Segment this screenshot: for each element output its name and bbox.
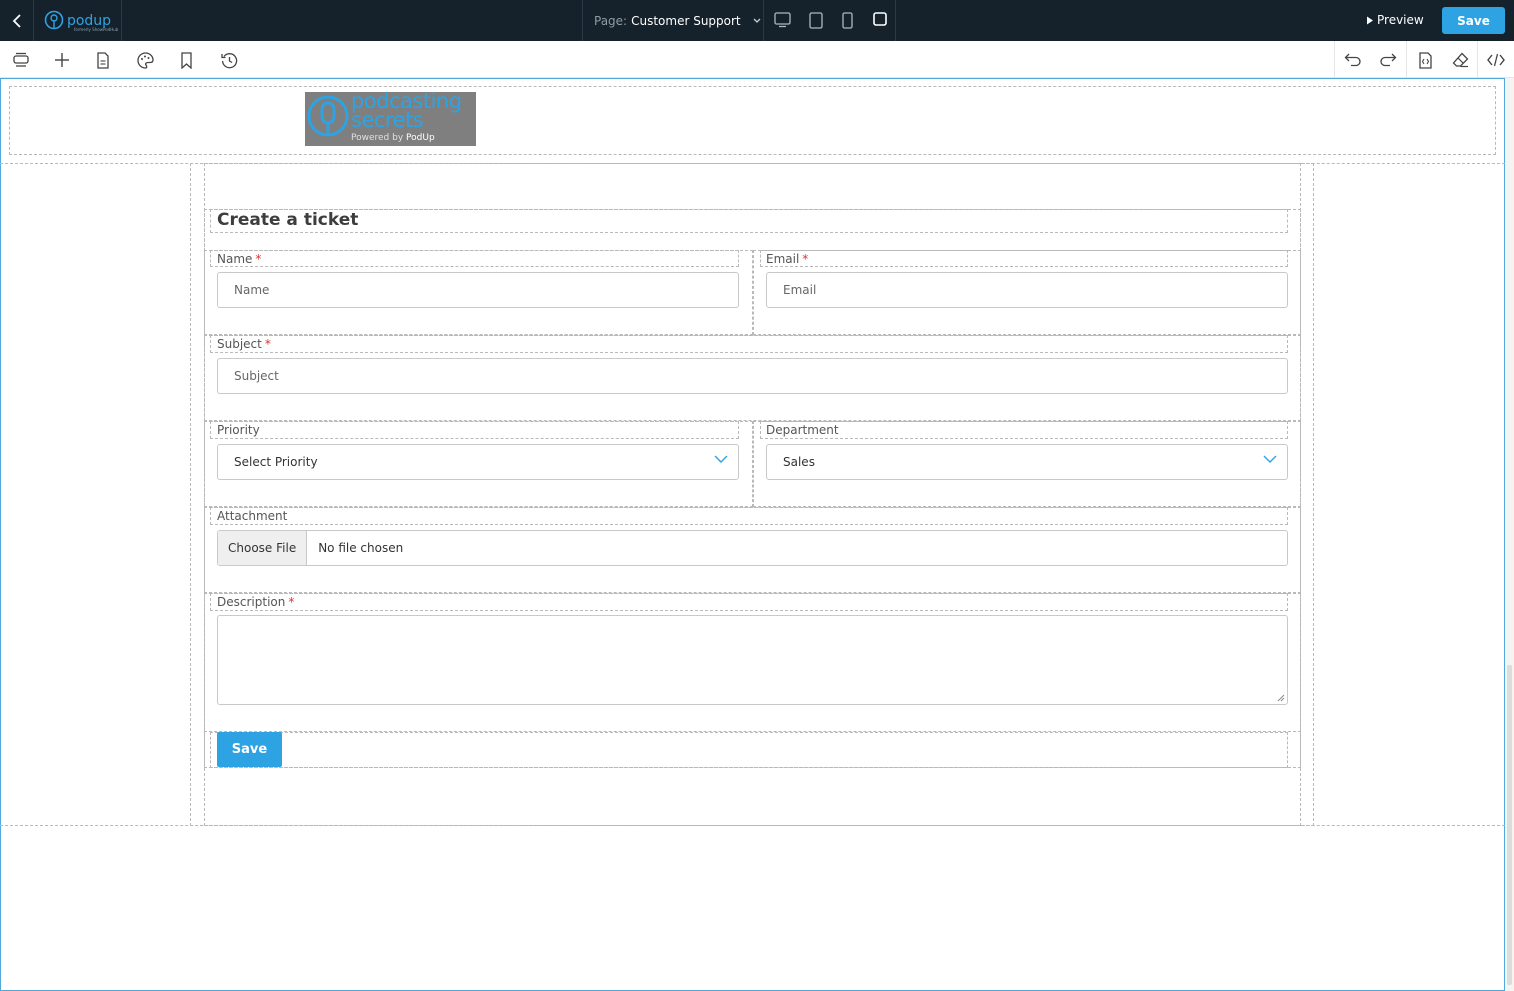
priority-select[interactable]: Select Priority [217, 444, 739, 480]
page-value: Customer Support [631, 13, 741, 28]
chevron-left-icon [12, 13, 21, 28]
department-value: Sales [783, 455, 815, 469]
logo-line2: secrets [351, 108, 424, 132]
editor-toolbar [0, 41, 1514, 78]
brand-logo-image[interactable]: podcasting secrets Powered by PodUp [305, 92, 476, 146]
priority-label: Priority [217, 423, 260, 437]
page-label: Page: [594, 13, 628, 28]
header-section[interactable] [9, 86, 1496, 155]
add-icon[interactable] [52, 50, 72, 70]
toolbar-divider [1406, 41, 1407, 78]
submit-ticket-button[interactable]: Save [217, 732, 282, 767]
chevron-down-icon [753, 18, 761, 23]
toolbar-divider [1334, 41, 1335, 78]
top-bar: podup formerly ShowPodHub Page: Customer… [0, 0, 1514, 41]
subject-label-box [210, 335, 1288, 353]
preview-label: Preview [1377, 13, 1424, 27]
department-label: Department [766, 423, 839, 437]
device-switcher [764, 0, 896, 41]
desktop-icon[interactable] [774, 12, 791, 28]
file-status: No file chosen [318, 541, 404, 555]
logo-powered-by: Powered by PodUp [351, 133, 435, 143]
subject-label: Subject * [217, 337, 271, 351]
subject-input[interactable]: Subject [217, 358, 1288, 394]
preview-button[interactable]: Preview [1366, 13, 1424, 27]
eraser-icon[interactable] [1450, 50, 1470, 70]
department-select[interactable]: Sales [766, 444, 1288, 480]
section-divider [0, 825, 1505, 826]
podup-logo-icon [44, 10, 64, 29]
code-icon[interactable] [1486, 50, 1506, 70]
name-label-box [210, 250, 739, 267]
microphone-logo-icon [307, 95, 349, 137]
export-code-icon[interactable] [1415, 50, 1435, 70]
page-icon[interactable] [93, 50, 113, 70]
play-icon [1367, 16, 1373, 24]
email-label: Email * [766, 252, 809, 266]
app-logo[interactable]: podup formerly ShowPodHub [34, 0, 122, 41]
history-icon[interactable] [219, 50, 239, 70]
scrollbar-thumb[interactable] [1507, 665, 1512, 985]
department-label-box [760, 421, 1288, 439]
attachment-file-input[interactable]: Choose File No file chosen [217, 530, 1288, 566]
page-selector[interactable]: Page: Customer Support [582, 0, 764, 41]
fullscreen-icon[interactable] [873, 12, 887, 26]
redo-icon[interactable] [1378, 50, 1398, 70]
attachment-label-box [210, 507, 1288, 525]
name-input[interactable]: Name [217, 272, 739, 308]
attachment-label: Attachment [217, 509, 288, 523]
priority-label-box [210, 421, 739, 439]
bookmark-icon[interactable] [176, 50, 196, 70]
chevron-down-icon [714, 455, 728, 463]
email-input[interactable]: Email [766, 272, 1288, 308]
save-page-button[interactable]: Save [1442, 7, 1505, 34]
resize-grip-icon[interactable] [1277, 694, 1285, 702]
mobile-icon[interactable] [842, 12, 853, 29]
palette-icon[interactable] [135, 50, 155, 70]
back-button[interactable] [0, 0, 34, 41]
tablet-icon[interactable] [809, 12, 823, 29]
toolbar-divider [1477, 41, 1478, 78]
description-textarea[interactable] [217, 615, 1288, 705]
title-block [210, 209, 1288, 233]
logo-subtext: formerly ShowPodHub [74, 27, 119, 32]
layers-icon[interactable] [11, 50, 31, 70]
name-label: Name * [217, 252, 262, 266]
undo-icon[interactable] [1343, 50, 1363, 70]
email-label-box [760, 250, 1288, 267]
chevron-down-icon [1263, 455, 1277, 463]
submit-row [210, 732, 1288, 768]
description-label-box [210, 593, 1288, 611]
priority-value: Select Priority [234, 455, 318, 469]
description-label: Description * [217, 595, 295, 609]
form-title: Create a ticket [217, 210, 359, 230]
choose-file-button[interactable]: Choose File [218, 531, 308, 565]
